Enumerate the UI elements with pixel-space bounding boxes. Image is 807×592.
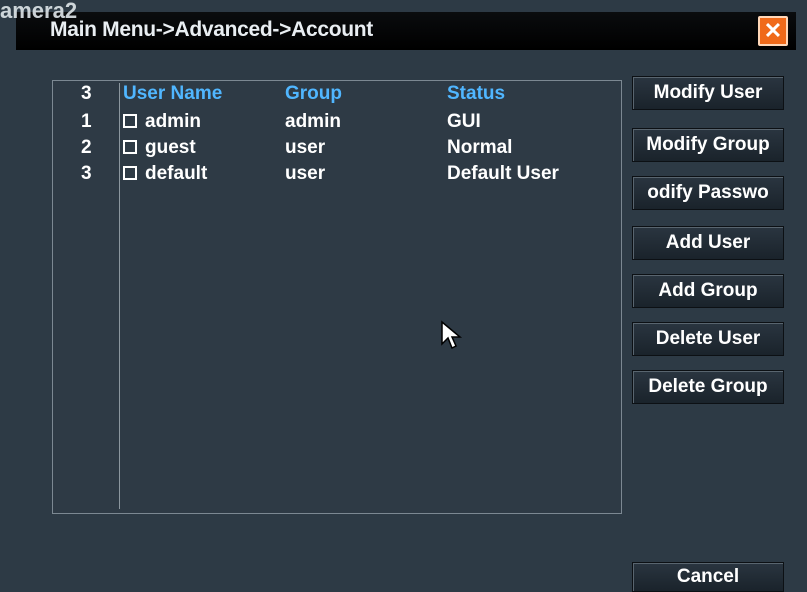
account-table: 3 User Name Group Status 1 admin admin G… [52, 80, 622, 514]
user-group: user [285, 163, 326, 184]
user-count: 3 [81, 83, 92, 104]
delete-group-button[interactable]: Delete Group [632, 370, 784, 404]
delete-user-button[interactable]: Delete User [632, 322, 784, 356]
table-row[interactable]: 1 admin admin GUI [53, 109, 621, 133]
row-number: 1 [81, 111, 92, 132]
user-name: default [145, 163, 208, 184]
user-status: GUI [447, 111, 481, 132]
user-group: admin [285, 111, 341, 132]
modify-user-button[interactable]: Modify User [632, 76, 784, 110]
close-button[interactable]: ✕ [758, 16, 788, 46]
user-name: admin [145, 111, 201, 132]
table-header: 3 User Name Group Status [53, 81, 621, 107]
cancel-button[interactable]: Cancel [632, 562, 784, 592]
header-status: Status [447, 83, 506, 104]
mouse-pointer-icon [441, 320, 463, 350]
add-user-button[interactable]: Add User [632, 226, 784, 260]
checkbox-icon[interactable] [123, 140, 137, 154]
header-group: Group [285, 83, 342, 104]
header-user-name: User Name [123, 83, 223, 104]
table-row[interactable]: 3 default user Default User [53, 161, 621, 185]
row-number: 2 [81, 137, 92, 158]
close-icon: ✕ [763, 18, 783, 43]
title-bar: Main Menu->Advanced->Account ✕ [16, 12, 796, 50]
row-number: 3 [81, 163, 92, 184]
user-status: Normal [447, 137, 513, 158]
modify-password-button[interactable]: odify Passwo [632, 176, 784, 210]
user-name: guest [145, 137, 196, 158]
checkbox-icon[interactable] [123, 114, 137, 128]
table-row[interactable]: 2 guest user Normal [53, 135, 621, 159]
modify-group-button[interactable]: Modify Group [632, 128, 784, 162]
user-status: Default User [447, 163, 559, 184]
camera-overlay-label: amera2 [0, 0, 78, 23]
window-title: Main Menu->Advanced->Account [50, 18, 373, 41]
checkbox-icon[interactable] [123, 166, 137, 180]
user-group: user [285, 137, 326, 158]
add-group-button[interactable]: Add Group [632, 274, 784, 308]
